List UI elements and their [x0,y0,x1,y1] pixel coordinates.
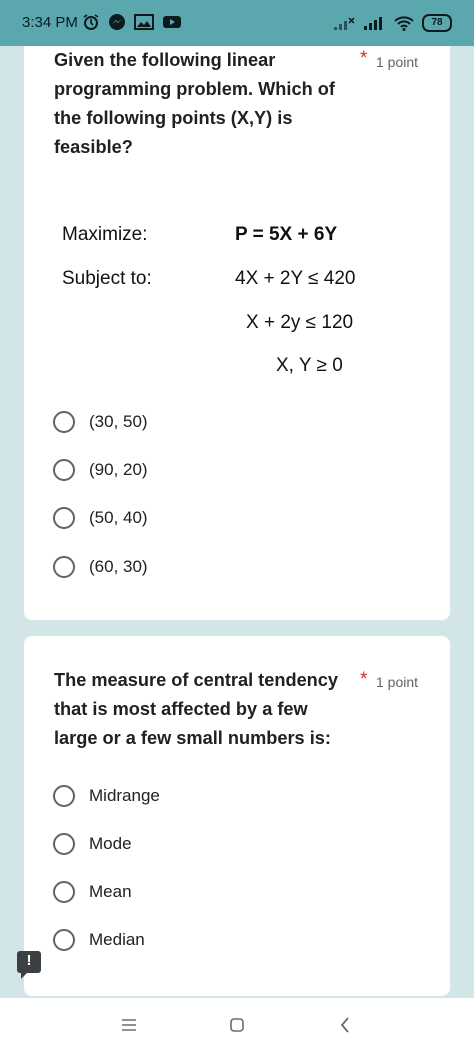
status-time: 3:34 PM [22,14,78,31]
question-2-title: The measure of central tendency that is … [54,670,339,748]
radio-button[interactable] [53,929,75,951]
required-asterisk: * [360,48,368,69]
question-card-1: Given the following linear programming p… [24,46,450,620]
option-mode[interactable]: Mode [53,829,132,859]
status-right-icons: 78 [334,14,452,32]
alarm-icon [83,14,99,30]
signal-icon [364,17,382,30]
battery-icon: 78 [422,14,452,32]
maximize-label: Maximize: [62,224,148,245]
option-label: Mode [89,834,132,853]
option-label: Midrange [89,786,160,805]
radio-button[interactable] [53,785,75,807]
objective-function: P = 5X + 6Y [235,224,338,245]
feedback-icon[interactable]: ! [17,951,41,979]
home-icon[interactable] [229,1017,245,1033]
subject-to-label: Subject to: [62,268,152,289]
feedback-exclamation: ! [26,952,32,969]
radio-button[interactable] [53,459,75,481]
back-icon[interactable] [339,1016,351,1034]
photo-icon [134,14,154,30]
question-2-points: 1 point [376,674,419,690]
navigation-bar [0,998,474,1053]
option-median[interactable]: Median [53,925,145,955]
status-bar: 3:34 PM 78 [0,0,474,46]
status-left-icons [82,13,182,31]
radio-button[interactable] [53,507,75,529]
messenger-icon [109,14,125,30]
option-4[interactable]: (60, 30) [53,552,148,582]
required-asterisk: * [360,669,368,690]
question-1-title: Given the following linear programming p… [54,50,335,157]
menu-icon[interactable] [121,1018,137,1032]
wifi-icon [394,16,414,31]
option-label: Mean [89,882,132,901]
option-1[interactable]: (30, 50) [53,407,148,437]
radio-button[interactable] [53,833,75,855]
constraint-2: X + 2y ≤ 120 [246,312,354,333]
option-label: (50, 40) [89,508,148,527]
radio-button[interactable] [53,881,75,903]
question-card-2: The measure of central tendency that is … [24,636,450,996]
option-3[interactable]: (50, 40) [53,503,148,533]
constraint-1: 4X + 2Y ≤ 420 [235,268,356,289]
youtube-icon [163,16,181,28]
option-label: Median [89,930,145,949]
radio-button[interactable] [53,411,75,433]
constraint-3: X, Y ≥ 0 [276,355,343,376]
option-label: (30, 50) [89,412,148,431]
option-label: (60, 30) [89,557,148,576]
question-1-points: 1 point [376,54,419,70]
signal-weak-icon [334,17,355,30]
option-mean[interactable]: Mean [53,877,132,907]
option-midrange[interactable]: Midrange [53,781,160,811]
option-2[interactable]: (90, 20) [53,455,148,485]
radio-button[interactable] [53,556,75,578]
option-label: (90, 20) [89,460,148,479]
